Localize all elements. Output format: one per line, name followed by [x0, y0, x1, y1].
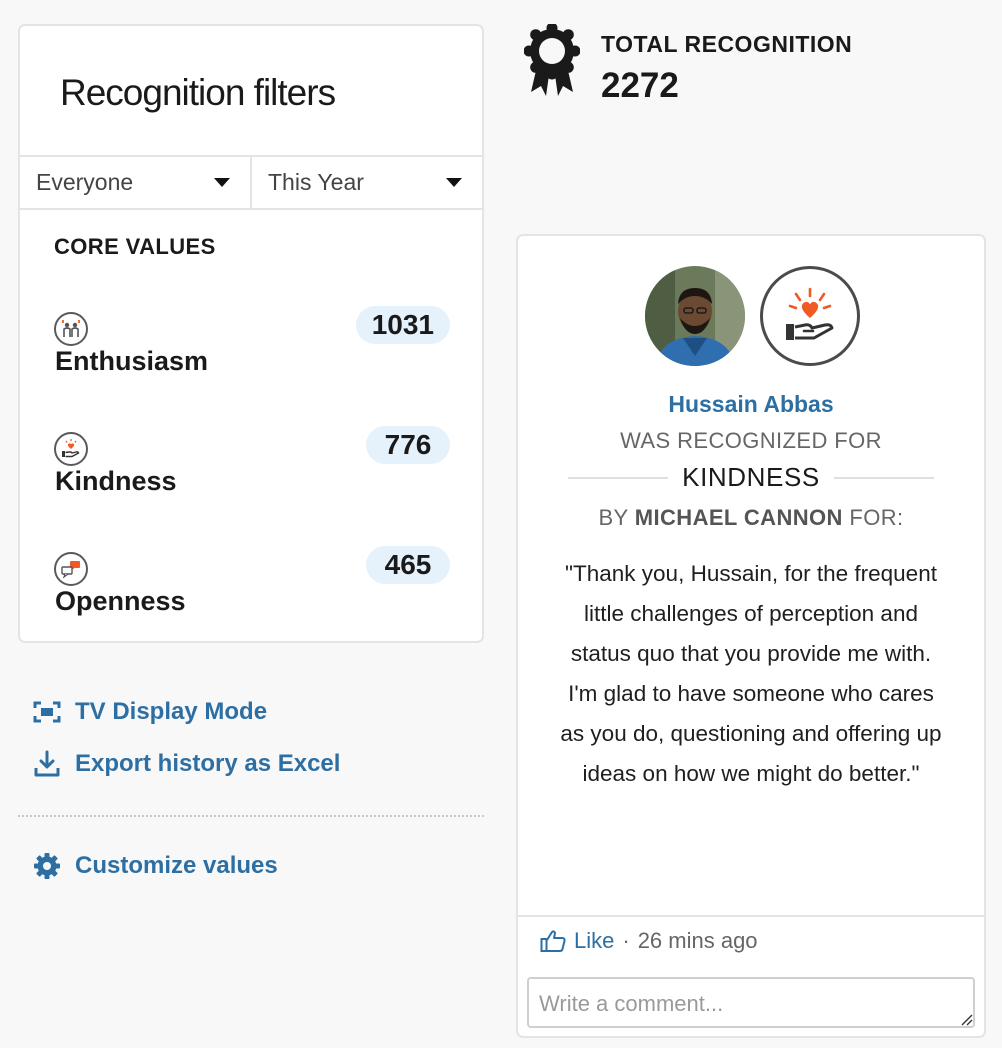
filters-title: Recognition filters: [60, 72, 336, 113]
customize-values-link[interactable]: Customize values: [32, 851, 278, 881]
like-row: Like · 26 mins ago: [540, 928, 758, 954]
value-label: Enthusiasm: [55, 346, 209, 376]
section-divider: [18, 815, 484, 817]
recognized-value-row: KINDNESS: [568, 462, 935, 493]
customize-values-label: Customize values: [75, 852, 278, 879]
by-prefix: BY: [598, 505, 629, 530]
value-count-badge: 1031: [355, 306, 450, 344]
caret-down-icon: [214, 178, 230, 187]
value-item-kindness[interactable]: Kindness 776: [54, 426, 450, 506]
recognition-card: Hussain Abbas WAS RECOGNIZED FOR KINDNES…: [516, 234, 986, 1038]
value-count-badge: 465: [366, 546, 450, 584]
separator-dot: ·: [622, 928, 630, 953]
total-recognition-label: TOTAL RECOGNITION: [601, 31, 853, 57]
recognition-message: "Thank you, Hussain, for the frequent li…: [560, 561, 942, 786]
enthusiasm-icon: [54, 312, 88, 346]
by-suffix: FOR:: [849, 505, 904, 530]
like-button[interactable]: Like: [540, 928, 614, 954]
core-values-heading: CORE VALUES: [54, 234, 216, 259]
divider: [568, 476, 669, 479]
openness-icon: [54, 552, 88, 586]
people-select-value: Everyone: [36, 169, 134, 195]
recognition-filters-card: Recognition filters Everyone This Year C…: [18, 24, 484, 643]
time-ago: 26 mins ago: [637, 928, 758, 953]
recognized-for-label: WAS RECOGNIZED FOR: [620, 428, 882, 453]
fullscreen-icon: [32, 697, 62, 727]
award-ribbon-icon: [524, 24, 580, 96]
tv-display-mode-label: TV Display Mode: [75, 698, 268, 725]
card-footer-divider: [518, 915, 984, 917]
value-item-openness[interactable]: Openness 465: [54, 546, 450, 626]
gear-icon: [32, 851, 62, 881]
export-excel-link[interactable]: Export history as Excel: [32, 749, 340, 779]
divider: [833, 476, 935, 479]
value-count-badge: 776: [366, 426, 450, 464]
kindness-icon: [54, 432, 88, 466]
comment-input[interactable]: [527, 977, 975, 1028]
people-select[interactable]: Everyone: [20, 157, 250, 208]
value-label: Openness: [55, 586, 186, 616]
kindness-badge-icon: [760, 266, 860, 366]
tv-display-mode-link[interactable]: TV Display Mode: [32, 697, 267, 727]
recognized-by-line: BY MICHAEL CANNON FOR:: [518, 505, 984, 531]
export-excel-label: Export history as Excel: [75, 750, 341, 777]
avatar[interactable]: [645, 266, 745, 366]
total-recognition-count: 2272: [601, 66, 679, 105]
value-label: Kindness: [55, 466, 177, 496]
value-item-enthusiasm[interactable]: Enthusiasm 1031: [54, 306, 450, 386]
period-select-value: This Year: [268, 169, 364, 195]
giver-name: MICHAEL CANNON: [634, 505, 843, 530]
like-label: Like: [574, 928, 615, 953]
thumbs-up-icon: [540, 930, 566, 952]
filters-row: Everyone This Year: [20, 155, 482, 210]
download-icon: [32, 749, 62, 779]
recognized-value: KINDNESS: [682, 462, 820, 492]
caret-down-icon: [446, 178, 462, 187]
period-select[interactable]: This Year: [250, 157, 482, 208]
recipient-name-link[interactable]: Hussain Abbas: [518, 391, 984, 418]
